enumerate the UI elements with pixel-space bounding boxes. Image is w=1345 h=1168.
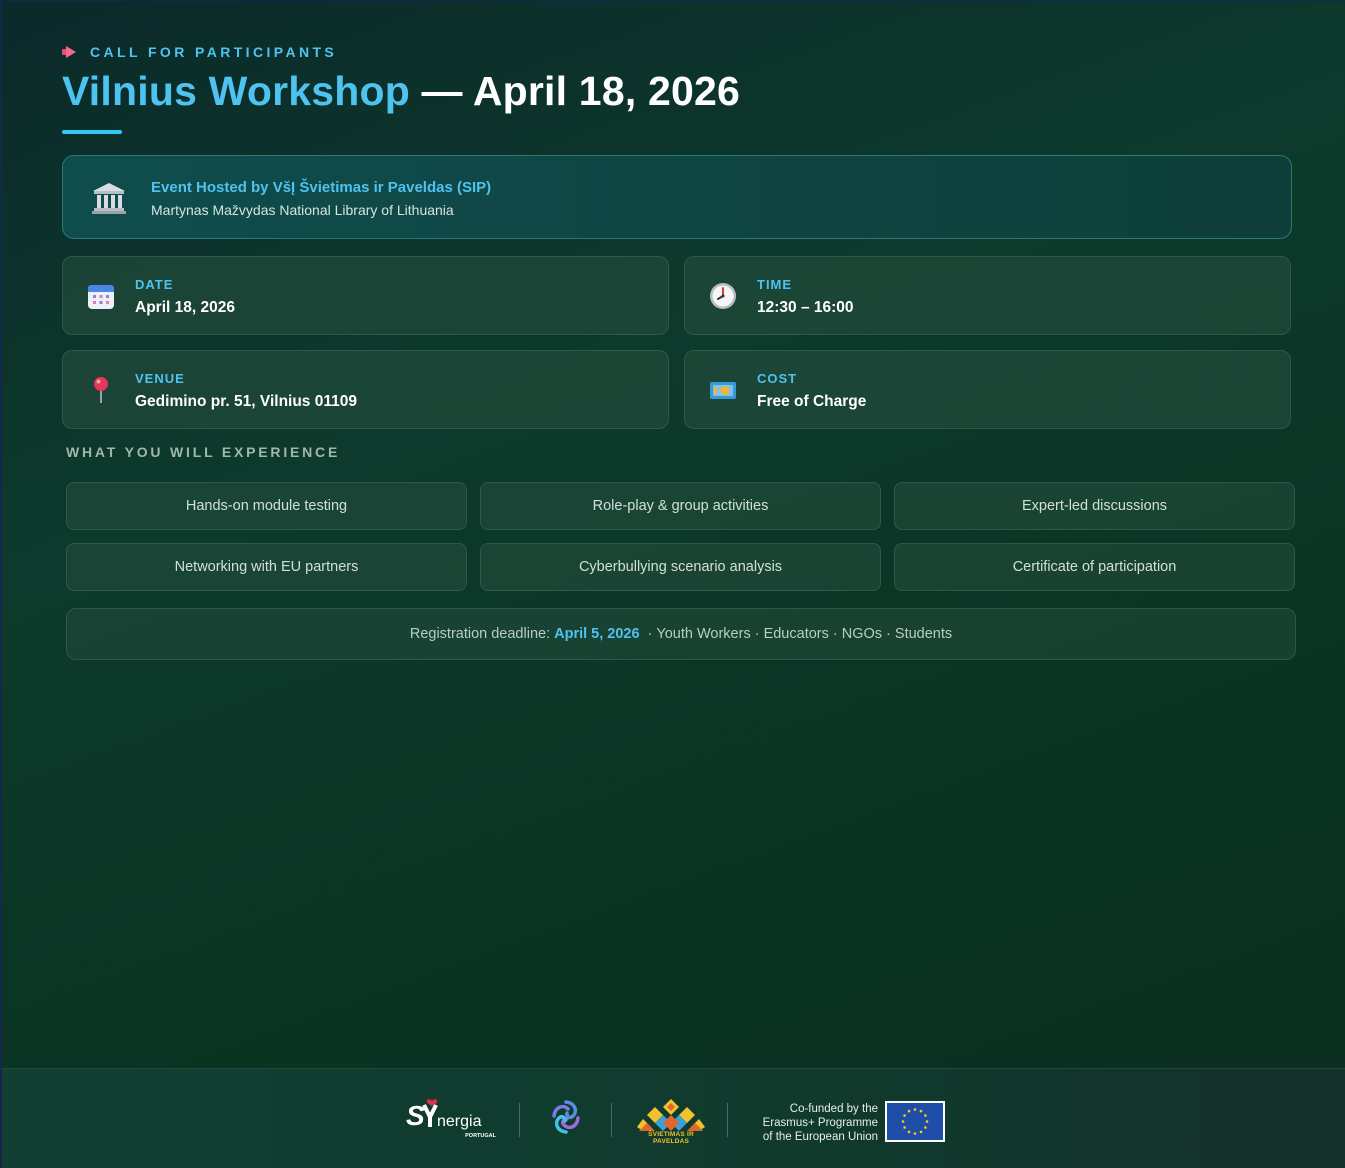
experience-item: Certificate of participation: [894, 543, 1295, 591]
cost-label: COST: [757, 371, 798, 386]
host-title: Event Hosted by VšĮ Švietimas ir Pavelda…: [151, 179, 492, 196]
synergia-country: PORTUGAL: [465, 1133, 497, 1139]
venue-card: VENUE Gedimino pr. 51, Vilnius 01109: [62, 350, 669, 429]
registration-deadline: Registration deadline: April 5, 2026 · Y…: [66, 608, 1296, 660]
experience-heading: WHAT YOU WILL EXPERIENCE: [66, 444, 341, 460]
experience-item: Expert-led discussions: [894, 482, 1295, 530]
footer-divider: [611, 1103, 612, 1137]
title-underline: [62, 130, 122, 134]
swirl-logo: [552, 1100, 580, 1134]
experience-item: Role-play & group activities: [480, 482, 881, 530]
megaphone-icon: [62, 45, 78, 59]
kicker: CALL FOR PARTICIPANTS: [62, 44, 337, 60]
footer: S nergia PORTUGAL ŠVIETIMAS IR PAVELDAS …: [2, 1068, 1345, 1168]
cost-value: Free of Charge: [757, 393, 867, 410]
footer-divider: [727, 1103, 728, 1137]
host-subtitle: Martynas Mažvydas National Library of Li…: [151, 202, 454, 218]
date-label: DATE: [135, 277, 174, 292]
clock-icon: [710, 283, 736, 309]
time-card: TIME 12:30 – 16:00: [684, 256, 1291, 335]
cofunded-text: Co-funded by the Erasmus+ Programme of t…: [748, 1102, 878, 1144]
date-card: DATE April 18, 2026: [62, 256, 669, 335]
svg-text:S: S: [406, 1100, 425, 1131]
synergia-word: nergia: [437, 1113, 482, 1130]
eu-flag-icon: [885, 1101, 945, 1142]
kicker-label: CALL FOR PARTICIPANTS: [90, 44, 338, 60]
venue-label: VENUE: [135, 371, 185, 386]
classical-building-icon: [92, 183, 126, 214]
venue-value: Gedimino pr. 51, Vilnius 01109: [135, 393, 357, 410]
deadline-separator: ·: [647, 626, 653, 642]
time-label: TIME: [757, 277, 793, 292]
calendar-icon: [88, 285, 114, 309]
page-title: Vilnius Workshop — April 18, 2026: [62, 68, 740, 115]
cofund-line: Co-funded by the: [789, 1103, 878, 1115]
banknote-icon: [710, 382, 736, 399]
experience-item: Hands-on module testing: [66, 482, 467, 530]
svietimas-ir-paveldas-name: ŠVIETIMAS IR PAVELDAS: [648, 1131, 694, 1145]
deadline-label: Registration deadline:: [409, 626, 551, 642]
title-date: — April 18, 2026: [409, 68, 741, 114]
date-value: April 18, 2026: [135, 299, 235, 316]
deadline-date: April 5, 2026: [554, 626, 640, 642]
cost-card: COST Free of Charge: [684, 350, 1291, 429]
footer-divider: [519, 1103, 520, 1137]
title-highlight: Vilnius Workshop: [62, 68, 410, 114]
host-card: Event Hosted by VšĮ Švietimas ir Pavelda…: [62, 155, 1292, 239]
synergia-logo: S nergia PORTUGAL: [406, 1099, 497, 1139]
experience-item: Cyberbullying scenario analysis: [480, 543, 881, 591]
deadline-audience: Youth Workers · Educators · NGOs · Stude…: [656, 626, 953, 642]
map-pin-icon: [94, 377, 108, 403]
cofund-line: of the European Union: [762, 1131, 878, 1143]
cofund-line: Erasmus+ Programme: [762, 1117, 878, 1129]
experience-item: Networking with EU partners: [66, 543, 467, 591]
time-value: 12:30 – 16:00: [757, 299, 854, 316]
